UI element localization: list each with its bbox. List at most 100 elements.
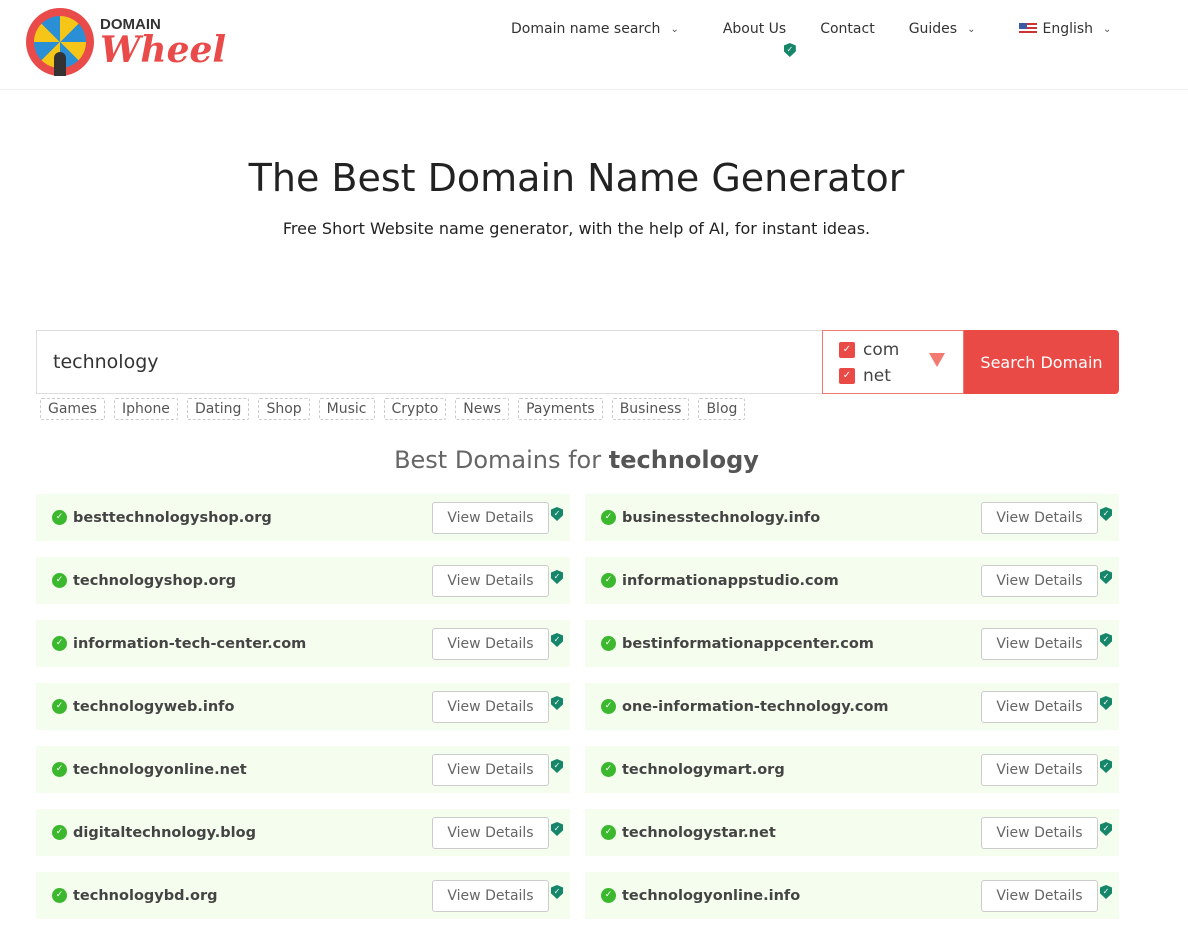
domain-name[interactable]: technologystar.net xyxy=(622,825,776,841)
view-details-button[interactable]: View Details xyxy=(981,754,1098,786)
nav-guides[interactable]: Guides ⌄ xyxy=(909,21,976,37)
shield-icon: ✓ xyxy=(551,507,563,521)
shield-icon: ✓ xyxy=(1100,633,1112,647)
available-check-icon: ✓ xyxy=(52,762,67,777)
available-check-icon: ✓ xyxy=(52,510,67,525)
tag-shop[interactable]: Shop xyxy=(258,398,310,420)
logo[interactable]: DOMAIN Wheel xyxy=(26,8,226,76)
view-details-button[interactable]: View Details xyxy=(981,628,1098,660)
us-flag-icon xyxy=(1019,23,1038,35)
view-details-button[interactable]: View Details xyxy=(981,880,1098,912)
shield-icon: ✓ xyxy=(1100,885,1112,899)
available-check-icon: ✓ xyxy=(601,636,616,651)
result-row: ✓ technologyweb.info View Details ✓ xyxy=(36,683,570,730)
tag-crypto[interactable]: Crypto xyxy=(383,398,447,420)
header: DOMAIN Wheel Domain name search ⌄ About Us… xyxy=(0,0,1188,90)
tag-news[interactable]: News xyxy=(455,398,510,420)
chevron-down-icon: ⌄ xyxy=(1103,23,1112,35)
checkbox-checked-icon: ✓ xyxy=(839,342,855,358)
view-details-button[interactable]: View Details xyxy=(981,565,1098,597)
view-details-button[interactable]: View Details xyxy=(432,817,549,849)
view-details-button[interactable]: View Details xyxy=(432,691,549,723)
language-selector[interactable]: English ⌄ xyxy=(1019,21,1111,37)
shield-icon: ✓ xyxy=(1100,759,1112,773)
view-details-button[interactable]: View Details xyxy=(981,691,1098,723)
shield-icon: ✓ xyxy=(551,822,563,836)
available-check-icon: ✓ xyxy=(601,762,616,777)
view-details-button[interactable]: View Details xyxy=(432,880,549,912)
tag-blog[interactable]: Blog xyxy=(698,398,746,420)
results-grid: ✓ besttechnologyshop.org View Details ✓ ✓ bus… xyxy=(36,494,1119,919)
tag-business[interactable]: Business xyxy=(611,398,690,420)
result-row: ✓ technologybd.org View Details ✓ xyxy=(36,872,570,919)
domain-name[interactable]: businesstechnology.info xyxy=(622,510,820,526)
domain-name[interactable]: besttechnologyshop.org xyxy=(73,510,272,526)
domain-name[interactable]: technologyweb.info xyxy=(73,699,234,715)
available-check-icon: ✓ xyxy=(601,573,616,588)
domain-name[interactable]: technologymart.org xyxy=(622,762,785,778)
domain-name[interactable]: bestinformationappcenter.com xyxy=(622,636,874,652)
nav-contact[interactable]: Contact xyxy=(820,21,874,37)
view-details-button[interactable]: View Details xyxy=(981,817,1098,849)
chevron-down-icon: ⌄ xyxy=(967,23,976,35)
view-details-button[interactable]: View Details xyxy=(432,628,549,660)
results-heading: Best Domains for technology xyxy=(0,446,1153,474)
available-check-icon: ✓ xyxy=(52,573,67,588)
result-row: ✓ technologymart.org View Details ✓ xyxy=(585,746,1119,793)
nav-label: English xyxy=(1042,21,1094,37)
shield-icon: ✓ xyxy=(1100,822,1112,836)
domain-name[interactable]: technologyshop.org xyxy=(73,573,236,589)
tld-option-info[interactable]: ✓info xyxy=(839,389,963,393)
view-details-button[interactable]: View Details xyxy=(432,502,549,534)
main-nav: Domain name search ⌄ About Us ✓ Contact Gu… xyxy=(511,21,1145,57)
available-check-icon: ✓ xyxy=(601,510,616,525)
shield-icon: ✓ xyxy=(551,696,563,710)
nav-domain-name-search[interactable]: Domain name search ⌄ xyxy=(511,21,679,37)
page-title: The Best Domain Name Generator xyxy=(248,156,905,200)
tag-dating[interactable]: Dating xyxy=(186,398,250,420)
result-row: ✓ information-tech-center.com View Details… xyxy=(36,620,570,667)
domain-name[interactable]: informationappstudio.com xyxy=(622,573,839,589)
result-row: ✓ bestinformationappcenter.com View Detail… xyxy=(585,620,1119,667)
domain-name[interactable]: digitaltechnology.blog xyxy=(73,825,256,841)
domain-name[interactable]: technologyonline.net xyxy=(73,762,247,778)
view-details-button[interactable]: View Details xyxy=(432,754,549,786)
available-check-icon: ✓ xyxy=(601,699,616,714)
available-check-icon: ✓ xyxy=(52,825,67,840)
nav-label: Domain name search xyxy=(511,21,661,37)
dropdown-triangle-icon[interactable] xyxy=(929,353,945,367)
tag-iphone[interactable]: Iphone xyxy=(113,398,178,420)
tld-selector[interactable]: ✓ com ✓ net ✓info xyxy=(822,330,964,394)
search-domain-button[interactable]: Search Domain xyxy=(964,330,1119,394)
view-details-button[interactable]: View Details xyxy=(981,502,1098,534)
nav-label: Guides xyxy=(908,21,958,37)
tld-label: net xyxy=(863,366,891,386)
heading-prefix: Best Domains for xyxy=(394,446,602,474)
nav-about-us[interactable]: About Us ✓ xyxy=(722,21,796,57)
shield-icon: ✓ xyxy=(551,633,563,647)
domain-name[interactable]: information-tech-center.com xyxy=(73,636,306,652)
result-row: ✓ technologystar.net View Details ✓ xyxy=(585,809,1119,856)
result-row: ✓ digitaltechnology.blog View Details ✓ xyxy=(36,809,570,856)
logo-text-bottom: Wheel xyxy=(100,28,227,71)
result-row: ✓ businesstechnology.info View Details ✓ xyxy=(585,494,1119,541)
nav-label: About Us xyxy=(722,21,787,37)
tag-games[interactable]: Games xyxy=(40,398,105,420)
tag-payments[interactable]: Payments xyxy=(518,398,603,420)
domain-name[interactable]: technologybd.org xyxy=(73,888,218,904)
result-row: ✓ technologyshop.org View Details ✓ xyxy=(36,557,570,604)
domain-name[interactable]: one-information-technology.com xyxy=(622,699,889,715)
tag-list: Games Iphone Dating Shop Music Crypto News Paym… xyxy=(40,398,746,420)
result-row: ✓ technologyonline.net View Details ✓ xyxy=(36,746,570,793)
shield-icon: ✓ xyxy=(551,570,563,584)
search-input[interactable] xyxy=(36,330,822,394)
available-check-icon: ✓ xyxy=(52,699,67,714)
tag-music[interactable]: Music xyxy=(318,398,375,420)
view-details-button[interactable]: View Details xyxy=(432,565,549,597)
nav-label: Contact xyxy=(820,21,875,37)
shield-icon: ✓ xyxy=(1100,570,1112,584)
checkbox-checked-icon: ✓ xyxy=(839,368,855,384)
result-row: ✓ technologyonline.info View Details ✓ xyxy=(585,872,1119,919)
available-check-icon: ✓ xyxy=(52,636,67,651)
domain-name[interactable]: technologyonline.info xyxy=(622,888,800,904)
